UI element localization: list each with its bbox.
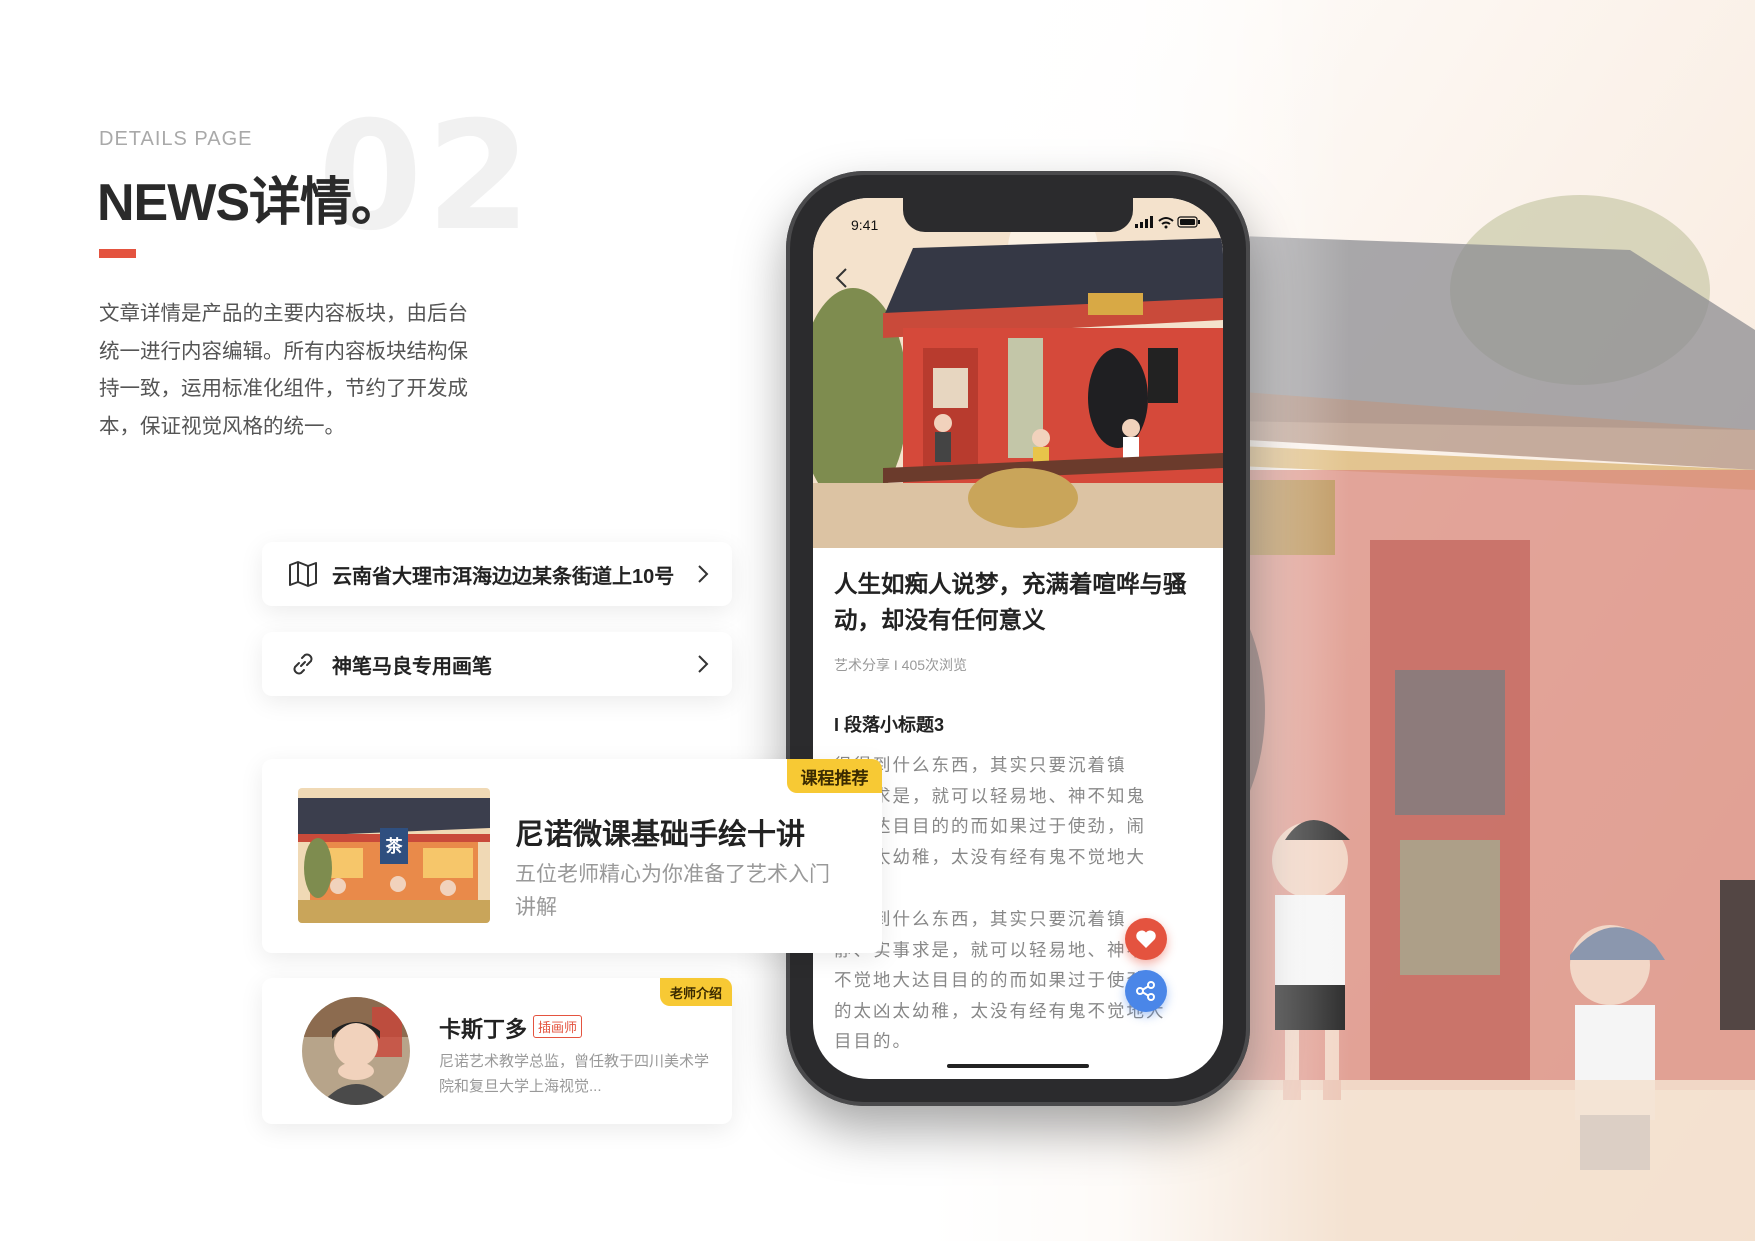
page-description: 文章详情是产品的主要内容板块，由后台统一进行内容编辑。所有内容板块结构保持一致，… <box>99 302 468 438</box>
article-title: 人生如痴人说梦，充满着喧哗与骚动，却没有任何意义 <box>834 571 1187 633</box>
like-button[interactable] <box>1125 918 1167 960</box>
teacher-tag: 老师介绍 <box>660 978 732 1006</box>
map-icon <box>286 557 320 591</box>
course-thumb-sign: 茶 <box>385 837 403 856</box>
article-paragraph: 很得到什么东西，其实只要沉着镇 实事求是，就可以轻易地、神不知鬼 地大达目目的的… <box>834 755 1146 897</box>
page-title: NEWS详情。 <box>97 174 403 232</box>
phone-notch <box>903 198 1133 232</box>
share-button[interactable] <box>1125 970 1167 1012</box>
article-meta: 艺术分享 I 405次浏览 <box>834 657 968 673</box>
teacher-card[interactable]: 老师介绍 卡斯丁多 插画师 尼诺艺术教学总监，曾任教于四川美术学院和复旦大学上海… <box>262 978 732 1124</box>
course-subtitle: 五位老师精心为你准备了艺术入门讲解 <box>515 863 830 919</box>
status-time: 9:41 <box>851 217 879 233</box>
address-row[interactable]: 云南省大理市洱海边边某条街道上10号 <box>262 542 732 606</box>
course-tag: 课程推荐 <box>787 759 882 793</box>
article-hero-image <box>813 198 1223 548</box>
chevron-right-icon <box>698 655 709 673</box>
course-title: 尼诺微课基础手绘十讲 <box>515 819 806 851</box>
course-thumbnail: 茶 <box>298 788 490 923</box>
teacher-badge: 插画师 <box>533 1015 583 1038</box>
accent-bar <box>99 249 136 258</box>
link-row[interactable]: 神笔马良专用画笔 <box>262 632 732 696</box>
status-icons <box>1135 216 1200 229</box>
share-icon <box>1136 981 1155 1001</box>
article-section-heading: I 段落小标题3 <box>834 715 945 735</box>
heart-icon <box>1136 930 1156 948</box>
back-arrow-icon[interactable] <box>830 265 856 291</box>
eyebrow-label: DETAILS PAGE <box>99 128 253 150</box>
teacher-name: 卡斯丁多 <box>439 1017 528 1042</box>
link-text: 神笔马良专用画笔 <box>332 655 492 678</box>
avatar <box>302 997 410 1105</box>
address-text: 云南省大理市洱海边边某条街道上10号 <box>332 565 675 588</box>
course-card[interactable]: 课程推荐 茶 尼诺微课基础手绘十讲 五位老师精心为你准备了艺术入门讲解 <box>262 759 882 953</box>
chevron-right-icon <box>698 565 709 583</box>
home-indicator <box>947 1064 1089 1068</box>
link-icon <box>286 647 320 681</box>
teacher-bio: 尼诺艺术教学总监，曾任教于四川美术学院和复旦大学上海视觉... <box>439 1053 710 1095</box>
